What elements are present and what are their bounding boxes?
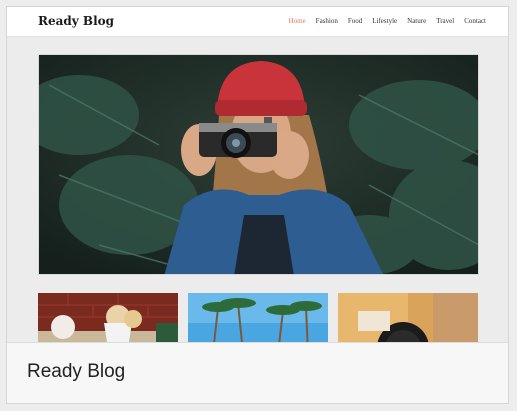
theme-preview-card[interactable]: Ready Blog Home Fashion Food Lifestyle N… [6,6,509,404]
footer-bar: Ready Blog [7,342,508,403]
hero-photo-illustration [39,55,478,274]
site-logo[interactable]: Ready Blog [38,14,114,28]
nav-item-nature[interactable]: Nature [407,17,426,25]
site-header: Ready Blog Home Fashion Food Lifestyle N… [7,7,508,37]
nav-item-lifestyle[interactable]: Lifestyle [372,17,397,25]
hero-image[interactable] [38,54,479,275]
nav-item-food[interactable]: Food [348,17,362,25]
nav-item-home[interactable]: Home [289,17,306,25]
nav-item-travel[interactable]: Travel [436,17,454,25]
nav-item-fashion[interactable]: Fashion [316,17,338,25]
nav-item-contact[interactable]: Contact [464,17,486,25]
theme-name-label: Ready Blog [27,361,126,382]
main-nav: Home Fashion Food Lifestyle Nature Trave… [289,17,486,25]
